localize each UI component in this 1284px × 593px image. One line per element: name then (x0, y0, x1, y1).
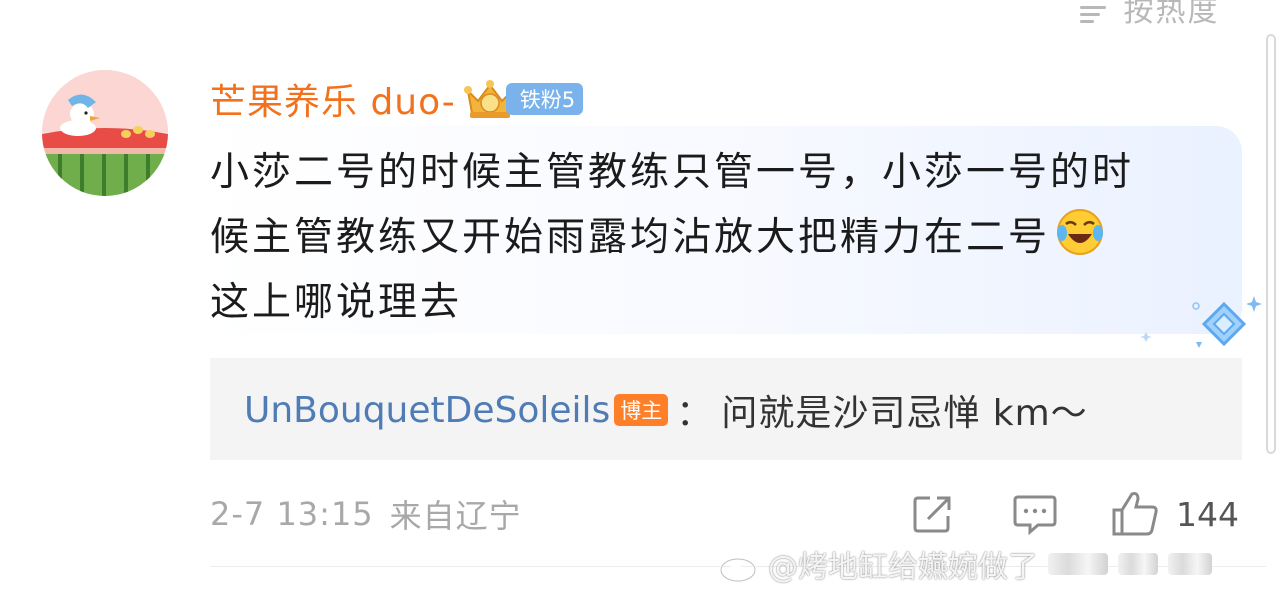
thumbs-up-icon (1112, 492, 1158, 536)
comment-line-3: 这上哪说理去 (210, 280, 463, 325)
username-row: 芒果养乐 duo- 铁粉5 (210, 72, 584, 126)
comment-button[interactable] (1012, 488, 1058, 540)
reply-username[interactable]: UnBouquetDeSoleils (244, 390, 610, 431)
blurred-text (1168, 553, 1212, 575)
comment-text[interactable]: 小莎二号的时候主管教练只管一号，小莎一号的时 候主管教练又开始雨露均沾放大把精力… (210, 140, 1230, 335)
diamond-badge-icon (1140, 296, 1262, 348)
watermelon-duck-avatar (42, 70, 168, 196)
comment-time: 2-7 13:15 (210, 495, 374, 533)
host-tag: 博主 (614, 394, 669, 426)
sort-label: 按热度 (1123, 0, 1220, 29)
sort-lines-icon (1080, 2, 1112, 24)
watermark-text: @烤地缸给嬿婉做了 (768, 550, 1038, 585)
fan-badge[interactable]: 铁粉5 (462, 77, 584, 121)
username[interactable]: 芒果养乐 duo- (210, 73, 456, 125)
sort-by-hot-button[interactable]: 按热度 (1080, 0, 1220, 30)
comment-meta: 2-7 13:15 来自辽宁 (210, 490, 522, 538)
blurred-text (1118, 553, 1158, 575)
weibo-logo (719, 548, 761, 583)
reply-preview[interactable]: UnBouquetDeSoleils 博主 ： 问就是沙司忌惮 km～ (210, 358, 1242, 460)
comment-location: 来自辽宁 (389, 497, 522, 535)
fan-level-label: 铁粉5 (505, 83, 584, 115)
share-icon (913, 496, 951, 533)
like-button[interactable]: 144 (1110, 488, 1239, 540)
comment-line-1: 小莎二号的时候主管教练只管一号，小莎一号的时 (210, 150, 1135, 195)
reply-separator: ： (676, 393, 714, 434)
share-button[interactable] (910, 488, 954, 540)
laughing-crying-emoji (1057, 209, 1104, 255)
like-count: 144 (1176, 494, 1239, 534)
weibo-watermark: @烤地缸给嬿婉做了 (718, 540, 1278, 588)
avatar[interactable] (42, 70, 168, 196)
comment-screen: 按热度 芒果养乐 duo- 铁粉5 小莎二号的时候主管教练只管一号，小莎一号的时… (0, 0, 1284, 593)
blurred-text (1048, 553, 1108, 575)
reply-row: UnBouquetDeSoleils 博主 ： 问就是沙司忌惮 km～ (244, 386, 1088, 435)
reply-text: 问就是沙司忌惮 km～ (721, 393, 1088, 434)
comment-icon (1013, 495, 1057, 536)
scrollbar[interactable] (1266, 34, 1276, 454)
comment-line-2: 候主管教练又开始雨露均沾放大把精力在二号 (210, 205, 1230, 270)
